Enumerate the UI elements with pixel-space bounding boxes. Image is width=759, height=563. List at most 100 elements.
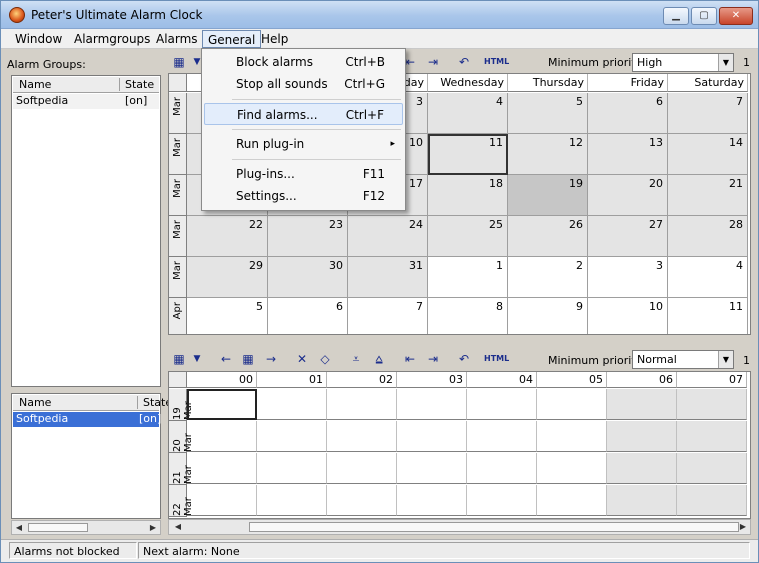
undo-icon[interactable]: ↶ bbox=[455, 350, 473, 368]
undo-icon[interactable]: ↶ bbox=[455, 53, 473, 71]
column-state-header[interactable]: State bbox=[137, 396, 172, 409]
calendar-day-cell[interactable]: 31 bbox=[348, 257, 428, 298]
hour-slot[interactable] bbox=[187, 421, 257, 452]
hour-slot[interactable] bbox=[467, 485, 537, 516]
menu-item-settings[interactable]: Settings... F12 bbox=[204, 185, 403, 207]
calendar-day-cell[interactable]: 6 bbox=[588, 93, 668, 134]
hour-slot[interactable] bbox=[537, 453, 607, 484]
hour-slot[interactable] bbox=[187, 485, 257, 516]
hour-slot[interactable] bbox=[677, 453, 747, 484]
menu-alarmgroups[interactable]: Alarmgroups bbox=[69, 30, 155, 48]
last-icon[interactable]: ⇥ bbox=[424, 350, 442, 368]
menu-item-stop-all-sounds[interactable]: Stop all sounds Ctrl+G bbox=[204, 73, 403, 95]
hour-slot[interactable] bbox=[257, 453, 327, 484]
calendar-day-cell[interactable]: 26 bbox=[508, 216, 588, 257]
calendar-day-cell[interactable]: 25 bbox=[428, 216, 508, 257]
hour-slot[interactable] bbox=[257, 485, 327, 516]
calendar-day-cell[interactable]: 7 bbox=[668, 93, 748, 134]
menu-item-block-alarms[interactable]: Block alarms Ctrl+B bbox=[204, 51, 403, 73]
scroll-left-arrow-icon[interactable]: ◀ bbox=[12, 521, 26, 534]
view-options-icon[interactable]: ▦ bbox=[170, 350, 188, 368]
hour-slot[interactable] bbox=[677, 485, 747, 516]
menu-general[interactable]: General bbox=[202, 30, 262, 48]
priority-select[interactable]: Normal ▼ bbox=[632, 350, 734, 369]
calendar-day-cell[interactable]: 5 bbox=[508, 93, 588, 134]
calendar-day-cell[interactable]: 11 bbox=[428, 134, 508, 175]
last-icon[interactable]: ⇥ bbox=[424, 53, 442, 71]
calendar-day-cell[interactable]: 24 bbox=[348, 216, 428, 257]
hour-slot[interactable] bbox=[677, 421, 747, 452]
alarms-list[interactable]: Name State Softpedia [on] bbox=[11, 393, 172, 519]
hour-slot[interactable] bbox=[607, 389, 677, 420]
move-down-icon[interactable]: ⩡ bbox=[347, 350, 365, 368]
hour-slot[interactable] bbox=[467, 421, 537, 452]
maximize-button[interactable]: ▢ bbox=[691, 7, 717, 25]
menu-window[interactable]: Window bbox=[10, 30, 67, 48]
collapse-icon[interactable]: ✕ bbox=[293, 350, 311, 368]
calendar-day-cell[interactable]: 23 bbox=[268, 216, 348, 257]
hour-slot[interactable] bbox=[537, 389, 607, 420]
hour-slot[interactable] bbox=[467, 453, 537, 484]
calendar-day-cell[interactable]: 13 bbox=[588, 134, 668, 175]
chevron-down-icon[interactable]: ▼ bbox=[718, 54, 733, 71]
grid-icon[interactable]: ▦ bbox=[239, 350, 257, 368]
menu-item-plugins[interactable]: Plug-ins... F11 bbox=[204, 163, 403, 185]
calendar-day-cell[interactable]: 5 bbox=[187, 298, 268, 334]
column-state-header[interactable]: State bbox=[119, 78, 154, 91]
calendar-day-cell[interactable]: 7 bbox=[348, 298, 428, 334]
priority-select[interactable]: High ▼ bbox=[632, 53, 734, 72]
close-button[interactable]: ✕ bbox=[719, 7, 753, 25]
calendar-day-cell[interactable]: 4 bbox=[428, 93, 508, 134]
column-name-header[interactable]: Name bbox=[19, 78, 51, 91]
hour-slot[interactable] bbox=[327, 389, 397, 420]
scroll-right-arrow-icon[interactable]: ▶ bbox=[736, 520, 750, 533]
html-export-icon[interactable]: HTML bbox=[484, 53, 509, 71]
html-export-icon[interactable]: HTML bbox=[484, 350, 509, 368]
hour-slot[interactable] bbox=[677, 389, 747, 420]
scroll-thumb[interactable] bbox=[28, 523, 88, 532]
calendar-day-cell[interactable]: 14 bbox=[668, 134, 748, 175]
scroll-right-arrow-icon[interactable]: ▶ bbox=[146, 521, 160, 534]
hour-slot[interactable] bbox=[607, 453, 677, 484]
hour-slot[interactable] bbox=[397, 453, 467, 484]
horizontal-scrollbar[interactable]: ◀ ▶ bbox=[168, 519, 751, 535]
calendar-day-cell[interactable]: 22 bbox=[187, 216, 268, 257]
calendar-day-cell[interactable]: 27 bbox=[588, 216, 668, 257]
expand-icon[interactable]: ◇ bbox=[316, 350, 334, 368]
hour-slot[interactable] bbox=[607, 421, 677, 452]
hour-slot[interactable] bbox=[187, 453, 257, 484]
calendar-day-cell[interactable]: 8 bbox=[428, 298, 508, 334]
first-icon[interactable]: ⇤ bbox=[401, 350, 419, 368]
hour-slot[interactable] bbox=[327, 485, 397, 516]
menu-item-find-alarms[interactable]: Find alarms... Ctrl+F bbox=[204, 103, 403, 125]
calendar-day-cell[interactable]: 4 bbox=[668, 257, 748, 298]
calendar-day-cell[interactable]: 11 bbox=[668, 298, 748, 334]
menu-alarms[interactable]: Alarms bbox=[151, 30, 203, 48]
calendar-day-cell[interactable]: 9 bbox=[508, 298, 588, 334]
scroll-thumb[interactable] bbox=[249, 522, 739, 532]
menu-help[interactable]: Help bbox=[256, 30, 293, 48]
calendar-day-cell[interactable]: 6 bbox=[268, 298, 348, 334]
hour-slot[interactable] bbox=[397, 389, 467, 420]
next-arrow-icon[interactable]: → bbox=[262, 350, 280, 368]
hour-slot[interactable] bbox=[187, 389, 257, 420]
calendar-day-cell[interactable]: 1 bbox=[428, 257, 508, 298]
view-options-icon[interactable]: ▦ bbox=[170, 53, 188, 71]
day-view-grid[interactable]: 00 01 02 03 04 05 06 07 19 Mar 20 Mar 21 Mar 22 Mar bbox=[168, 371, 751, 519]
column-name-header[interactable]: Name bbox=[19, 396, 51, 409]
calendar-day-cell[interactable]: 21 bbox=[668, 175, 748, 216]
alarm-groups-list[interactable]: Name State Softpedia [on] bbox=[11, 75, 161, 387]
calendar-day-cell[interactable]: 18 bbox=[428, 175, 508, 216]
calendar-day-cell[interactable]: 30 bbox=[268, 257, 348, 298]
move-up-icon[interactable]: ⩠ bbox=[370, 350, 388, 368]
prev-arrow-icon[interactable]: ← bbox=[217, 350, 235, 368]
dropdown-arrow-icon[interactable]: ▼ bbox=[188, 350, 206, 368]
hour-slot[interactable] bbox=[537, 421, 607, 452]
list-item[interactable]: Softpedia [on] bbox=[13, 412, 161, 427]
hour-slot[interactable] bbox=[537, 485, 607, 516]
calendar-day-cell[interactable]: 29 bbox=[187, 257, 268, 298]
calendar-day-cell[interactable]: 10 bbox=[588, 298, 668, 334]
minimize-button[interactable]: ▁ bbox=[663, 7, 689, 25]
calendar-day-cell[interactable]: 20 bbox=[588, 175, 668, 216]
scroll-left-arrow-icon[interactable]: ◀ bbox=[171, 520, 185, 533]
